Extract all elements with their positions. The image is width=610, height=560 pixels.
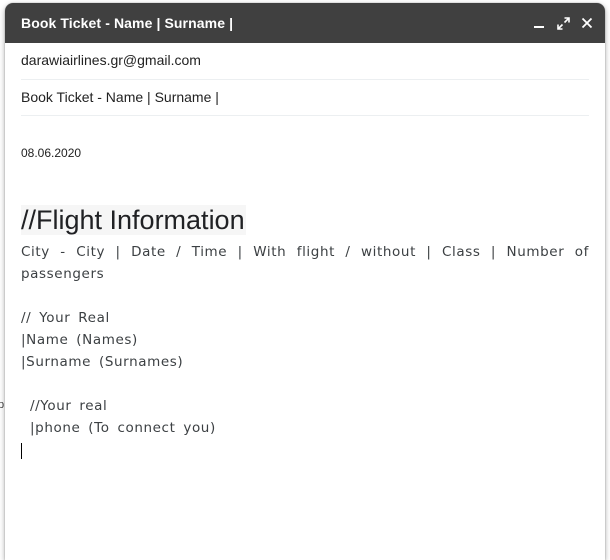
compose-title: Book Ticket - Name | Surname | <box>21 15 234 31</box>
minimize-icon[interactable] <box>531 15 547 31</box>
window-controls <box>531 15 595 31</box>
surname-line: |Surname (Surnames) <box>21 354 184 370</box>
expand-icon[interactable] <box>555 15 571 31</box>
message-date: 08.06.2020 <box>21 146 82 160</box>
flight-information-heading: //Flight Information <box>21 205 246 235</box>
subject-field[interactable]: Book Ticket - Name | Surname | <box>21 80 589 116</box>
close-icon[interactable] <box>579 15 595 31</box>
compose-titlebar[interactable]: Book Ticket - Name | Surname | <box>5 3 605 43</box>
message-body[interactable]: 08.06.2020 //Flight Information City - C… <box>5 146 605 463</box>
compose-fields: darawiairlines.gr@gmail.com Book Ticket … <box>5 43 605 116</box>
compose-window: Book Ticket - Name | Surname | darawiair… <box>5 3 605 560</box>
phone-comment: //Your real <box>30 398 108 414</box>
phone-line: |phone (To connect you) <box>30 420 216 436</box>
background-text-fragment: pa <box>0 399 4 411</box>
flight-info-line: City - City | Date / Time | With flight … <box>21 244 589 282</box>
recipient-field[interactable]: darawiairlines.gr@gmail.com <box>21 43 589 80</box>
real-name-comment: // Your Real <box>21 310 110 326</box>
text-cursor <box>21 439 589 463</box>
name-line: |Name (Names) <box>21 332 138 348</box>
